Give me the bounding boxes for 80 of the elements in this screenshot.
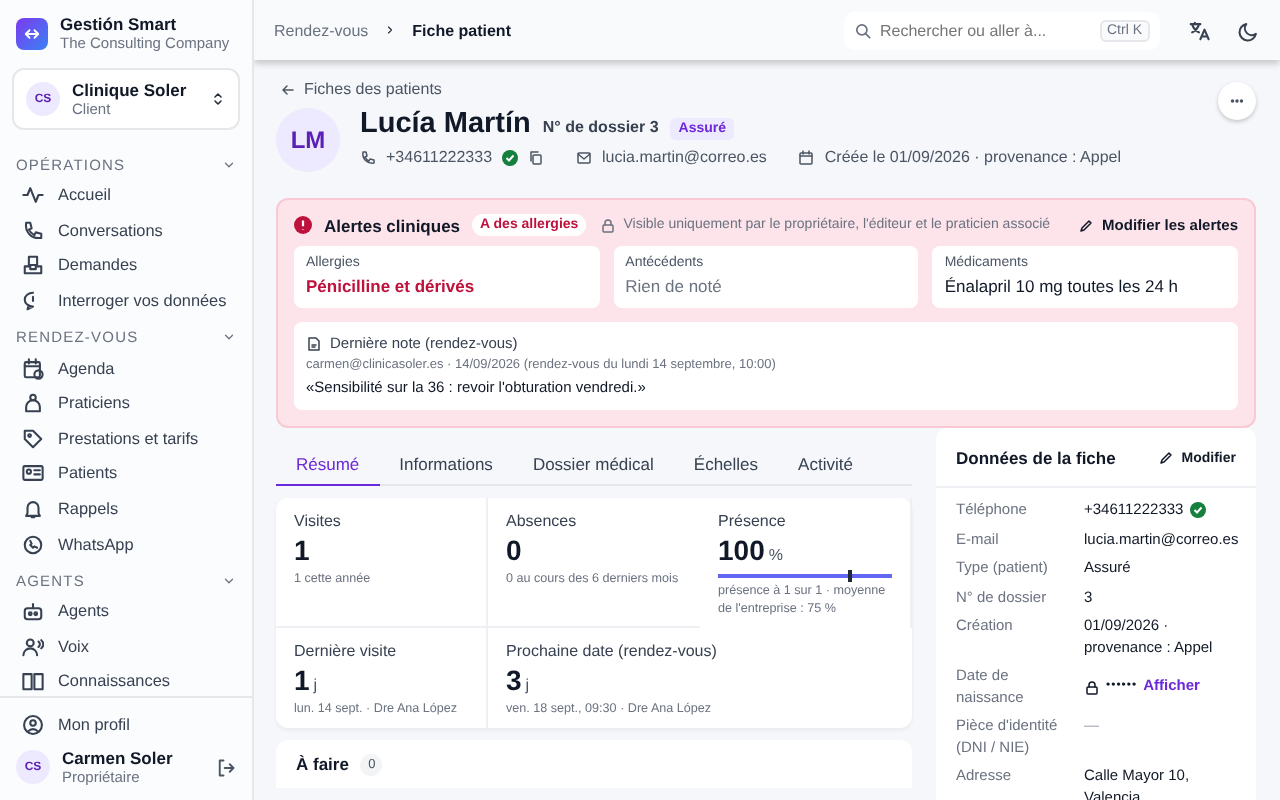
sidebar-item[interactable]: Agenda: [0, 350, 252, 386]
pencil-icon: [1157, 450, 1174, 466]
sidebar-item[interactable]: WhatsApp: [0, 526, 252, 562]
user-circle-icon: [22, 713, 44, 736]
robot-icon: [22, 600, 44, 623]
arrows-icon: [22, 23, 42, 43]
tab[interactable]: Résumé: [276, 446, 380, 486]
chat-phone-icon: [22, 533, 44, 556]
field-value: Énalapril 10 mg toutes les 24 h: [944, 276, 1181, 296]
translate-icon: [1188, 19, 1210, 41]
back-link[interactable]: Fiches des patients: [280, 80, 442, 98]
tab[interactable]: Activité: [778, 446, 873, 486]
envelope-icon: [576, 149, 593, 165]
logout-button[interactable]: [216, 757, 236, 777]
chevron-right-icon: [384, 24, 397, 36]
sidebar-item[interactable]: Demandes: [0, 248, 252, 284]
sidebar-item[interactable]: Prestations et tarifs: [0, 421, 252, 457]
app-name: Gestión Smart: [60, 14, 179, 34]
sidebar-item[interactable]: Voix: [0, 629, 252, 665]
phone-icon: [22, 219, 44, 242]
email-address: lucia.martin@correo.es: [602, 148, 767, 166]
stat-label: Prochaine date (rendez-vous): [506, 642, 719, 661]
copy-button[interactable]: [528, 149, 545, 165]
card-title: Données de la fiche: [956, 448, 1116, 468]
stat-label: Absences: [506, 512, 579, 530]
tab[interactable]: Dossier médical: [512, 446, 674, 486]
lock-icon: [599, 217, 616, 233]
sidebar-item[interactable]: Interroger vos données: [0, 283, 252, 319]
stat-value: 1 j: [294, 664, 320, 697]
breadcrumb[interactable]: Rendez-vous: [274, 21, 369, 39]
calendar-icon: [798, 149, 815, 165]
speaking-person-icon: [22, 635, 44, 658]
stat-label: Dernière visite: [294, 642, 399, 661]
sidebar-item[interactable]: Conversations: [0, 213, 252, 249]
copy-icon: [528, 149, 545, 165]
sidebar-item[interactable]: Patients: [0, 456, 252, 492]
alerts-title: Alertes cliniques: [324, 215, 461, 235]
lock-icon: [1084, 679, 1100, 695]
creation-info: Créée le 01/09/2026 · provenance : Appel: [824, 148, 1122, 166]
phone-number: +34611222333: [386, 148, 493, 166]
stat-label: Présence: [718, 512, 788, 530]
breadcrumb: Fiche patient: [412, 21, 511, 39]
sidebar-item[interactable]: Accueil: [0, 178, 252, 214]
stat-value: 0: [506, 534, 524, 566]
sidebar-item[interactable]: Agents: [0, 593, 252, 630]
user-name: Carmen Soler: [62, 748, 175, 768]
tag-icon: [22, 427, 44, 450]
tab[interactable]: Échelles: [673, 446, 779, 486]
verified-icon: [1189, 502, 1206, 518]
stat-label: Visites: [294, 512, 343, 530]
pencil-icon: [1078, 217, 1095, 233]
stat-value: 100%: [718, 534, 785, 566]
logout-icon: [216, 757, 236, 777]
field-value: Rien de noté: [625, 276, 724, 296]
stat-value: 1: [294, 534, 312, 566]
language-button[interactable]: [1188, 19, 1210, 41]
stat-value: 3 j: [506, 664, 532, 697]
file-number: N° de dossier 3: [542, 118, 659, 136]
sidebar-item[interactable]: Rappels: [0, 491, 252, 527]
patient-avatar: LM: [276, 108, 340, 172]
bell-icon: [22, 498, 44, 521]
patient-name: Lucía Martín: [360, 108, 531, 140]
arrow-left-icon: [280, 81, 296, 97]
sidebar-item[interactable]: Connaissances: [0, 664, 252, 697]
up-down-chevron-icon: [210, 90, 226, 108]
book-icon: [22, 670, 44, 693]
field-value: Pénicilline et dérivés: [306, 276, 477, 296]
calendar-icon: [22, 357, 44, 380]
pulse-icon: [22, 184, 44, 207]
theme-button[interactable]: [1238, 19, 1260, 41]
todo-title: À faire: [296, 754, 349, 775]
alert-icon: [294, 216, 312, 234]
search-icon: [854, 21, 872, 39]
note-icon: [306, 335, 322, 351]
moon-icon: [1238, 19, 1260, 41]
profile-link[interactable]: Mon profil: [0, 706, 252, 742]
id-card-icon: [22, 462, 44, 485]
phone-icon: [360, 149, 376, 165]
sidebar-item[interactable]: Praticiens: [0, 385, 252, 422]
tab[interactable]: Informations: [379, 446, 513, 486]
